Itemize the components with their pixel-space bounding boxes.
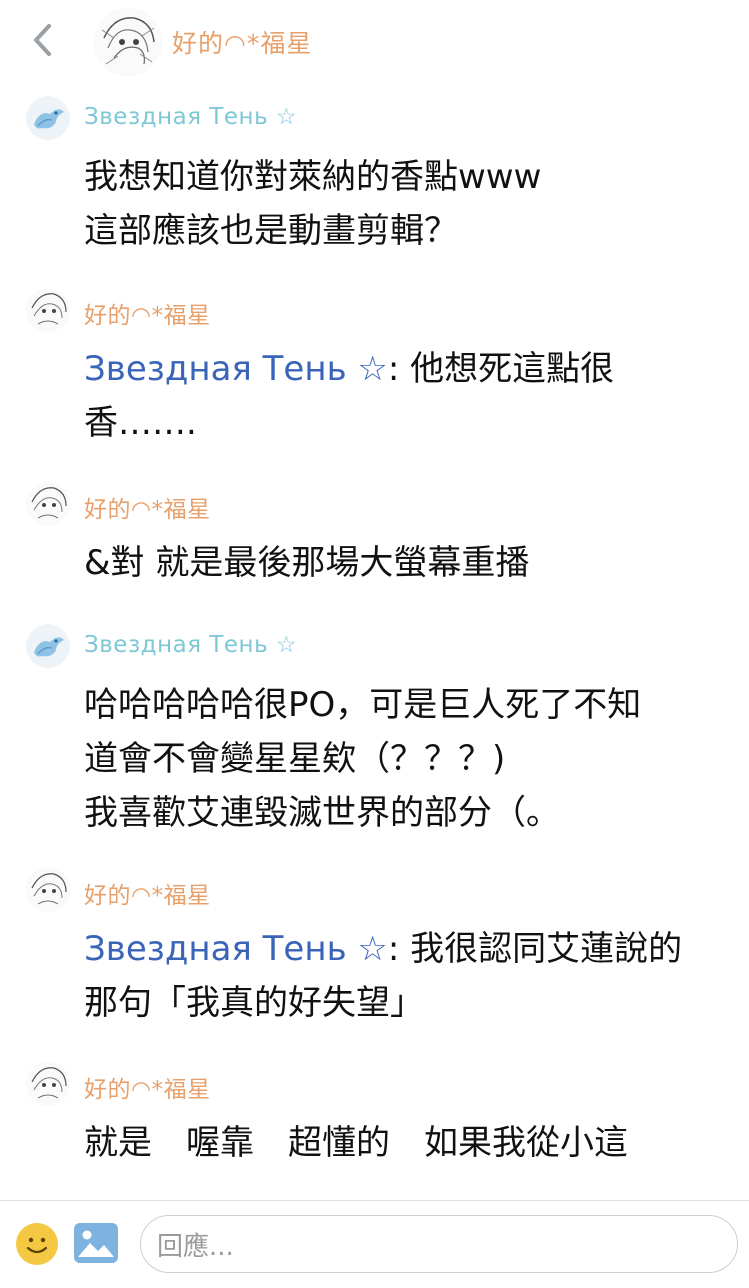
smiley-icon	[17, 1224, 57, 1264]
blue-dragon-avatar-icon	[26, 624, 70, 668]
blue-dragon-avatar-icon	[26, 96, 70, 140]
message-line: 那句「我真的好失望」	[84, 983, 424, 1023]
sender-avatar[interactable]	[26, 482, 70, 526]
chat-header: 好的◠*福星	[0, 0, 749, 84]
sketch-avatar-icon	[26, 288, 70, 332]
image-icon	[74, 1223, 118, 1263]
image-button[interactable]	[74, 1223, 118, 1263]
sketch-avatar-icon	[26, 1062, 70, 1106]
header-avatar[interactable]	[94, 8, 162, 76]
sketch-avatar-icon	[26, 482, 70, 526]
reply-placeholder: 回應...	[157, 1231, 234, 1262]
sender-avatar[interactable]	[26, 868, 70, 912]
sketch-avatar-icon	[26, 868, 70, 912]
sender-avatar[interactable]	[26, 1062, 70, 1106]
message-line: 我想知道你對萊納的香點www	[84, 157, 542, 197]
message-line: : 我很認同艾蓮說的	[387, 929, 683, 969]
message-text: Звездная Тень ☆: 他想死這點很 香…….	[84, 342, 709, 450]
message-line: 香…….	[84, 403, 197, 443]
message-line: : 他想死這點很	[387, 349, 615, 389]
sender-name: 好的◠*福星	[84, 883, 211, 909]
mention-link[interactable]: Звездная Тень ☆	[84, 349, 388, 389]
message: 好的◠*福星 就是 喔靠 超懂的 如果我從小這	[0, 1062, 749, 1170]
message-line: 哈哈哈哈哈很PO，可是巨人死了不知	[84, 685, 642, 725]
message-text: &對 就是最後那場大螢幕重播	[84, 536, 709, 590]
message-line: 就是 喔靠 超懂的 如果我從小這	[84, 1123, 628, 1163]
reply-input[interactable]: 回應...	[140, 1215, 738, 1273]
sender-avatar[interactable]	[26, 624, 70, 668]
message-text: 哈哈哈哈哈很PO，可是巨人死了不知 道會不會變星星欸（？？？) 我喜歡艾連毀滅世…	[84, 678, 709, 840]
chevron-left-icon	[34, 24, 51, 56]
message-line: &對 就是最後那場大螢幕重播	[84, 543, 530, 583]
message-line: 這部應該也是動畫剪輯？	[84, 211, 458, 251]
message: Звездная Тень ☆ 我想知道你對萊納的香點www 這部應該也是動畫剪…	[0, 96, 749, 258]
message-thread: Звездная Тень ☆ 我想知道你對萊納的香點www 這部應該也是動畫剪…	[0, 84, 749, 1200]
chat-title: 好的◠*福星	[172, 29, 313, 58]
sender-name: Звездная Тень ☆	[84, 632, 298, 658]
sender-name: 好的◠*福星	[84, 497, 211, 523]
sender-avatar[interactable]	[26, 96, 70, 140]
sketch-avatar-icon	[95, 9, 161, 75]
message-text: 就是 喔靠 超懂的 如果我從小這	[84, 1116, 709, 1170]
sender-name: 好的◠*福星	[84, 1077, 211, 1103]
mention-link[interactable]: Звездная Тень ☆	[84, 929, 388, 969]
message: Звездная Тень ☆ 哈哈哈哈哈很PO，可是巨人死了不知 道會不會變星…	[0, 624, 749, 840]
back-button[interactable]	[22, 20, 62, 60]
message-text: Звездная Тень ☆: 我很認同艾蓮說的 那句「我真的好失望」	[84, 922, 709, 1030]
message-line: 我喜歡艾連毀滅世界的部分（。	[84, 793, 560, 833]
message: 好的◠*福星 &對 就是最後那場大螢幕重播	[0, 482, 749, 590]
reply-composer: 回應...	[0, 1200, 749, 1288]
message-text: 我想知道你對萊納的香點www 這部應該也是動畫剪輯？	[84, 150, 709, 258]
message: 好的◠*福星 Звездная Тень ☆: 他想死這點很 香…….	[0, 288, 749, 450]
emoji-button[interactable]	[16, 1223, 58, 1265]
message-line: 道會不會變星星欸（？？？)	[84, 739, 506, 779]
sender-avatar[interactable]	[26, 288, 70, 332]
sender-name: Звездная Тень ☆	[84, 104, 298, 130]
message: 好的◠*福星 Звездная Тень ☆: 我很認同艾蓮說的 那句「我真的好…	[0, 868, 749, 1030]
sender-name: 好的◠*福星	[84, 303, 211, 329]
